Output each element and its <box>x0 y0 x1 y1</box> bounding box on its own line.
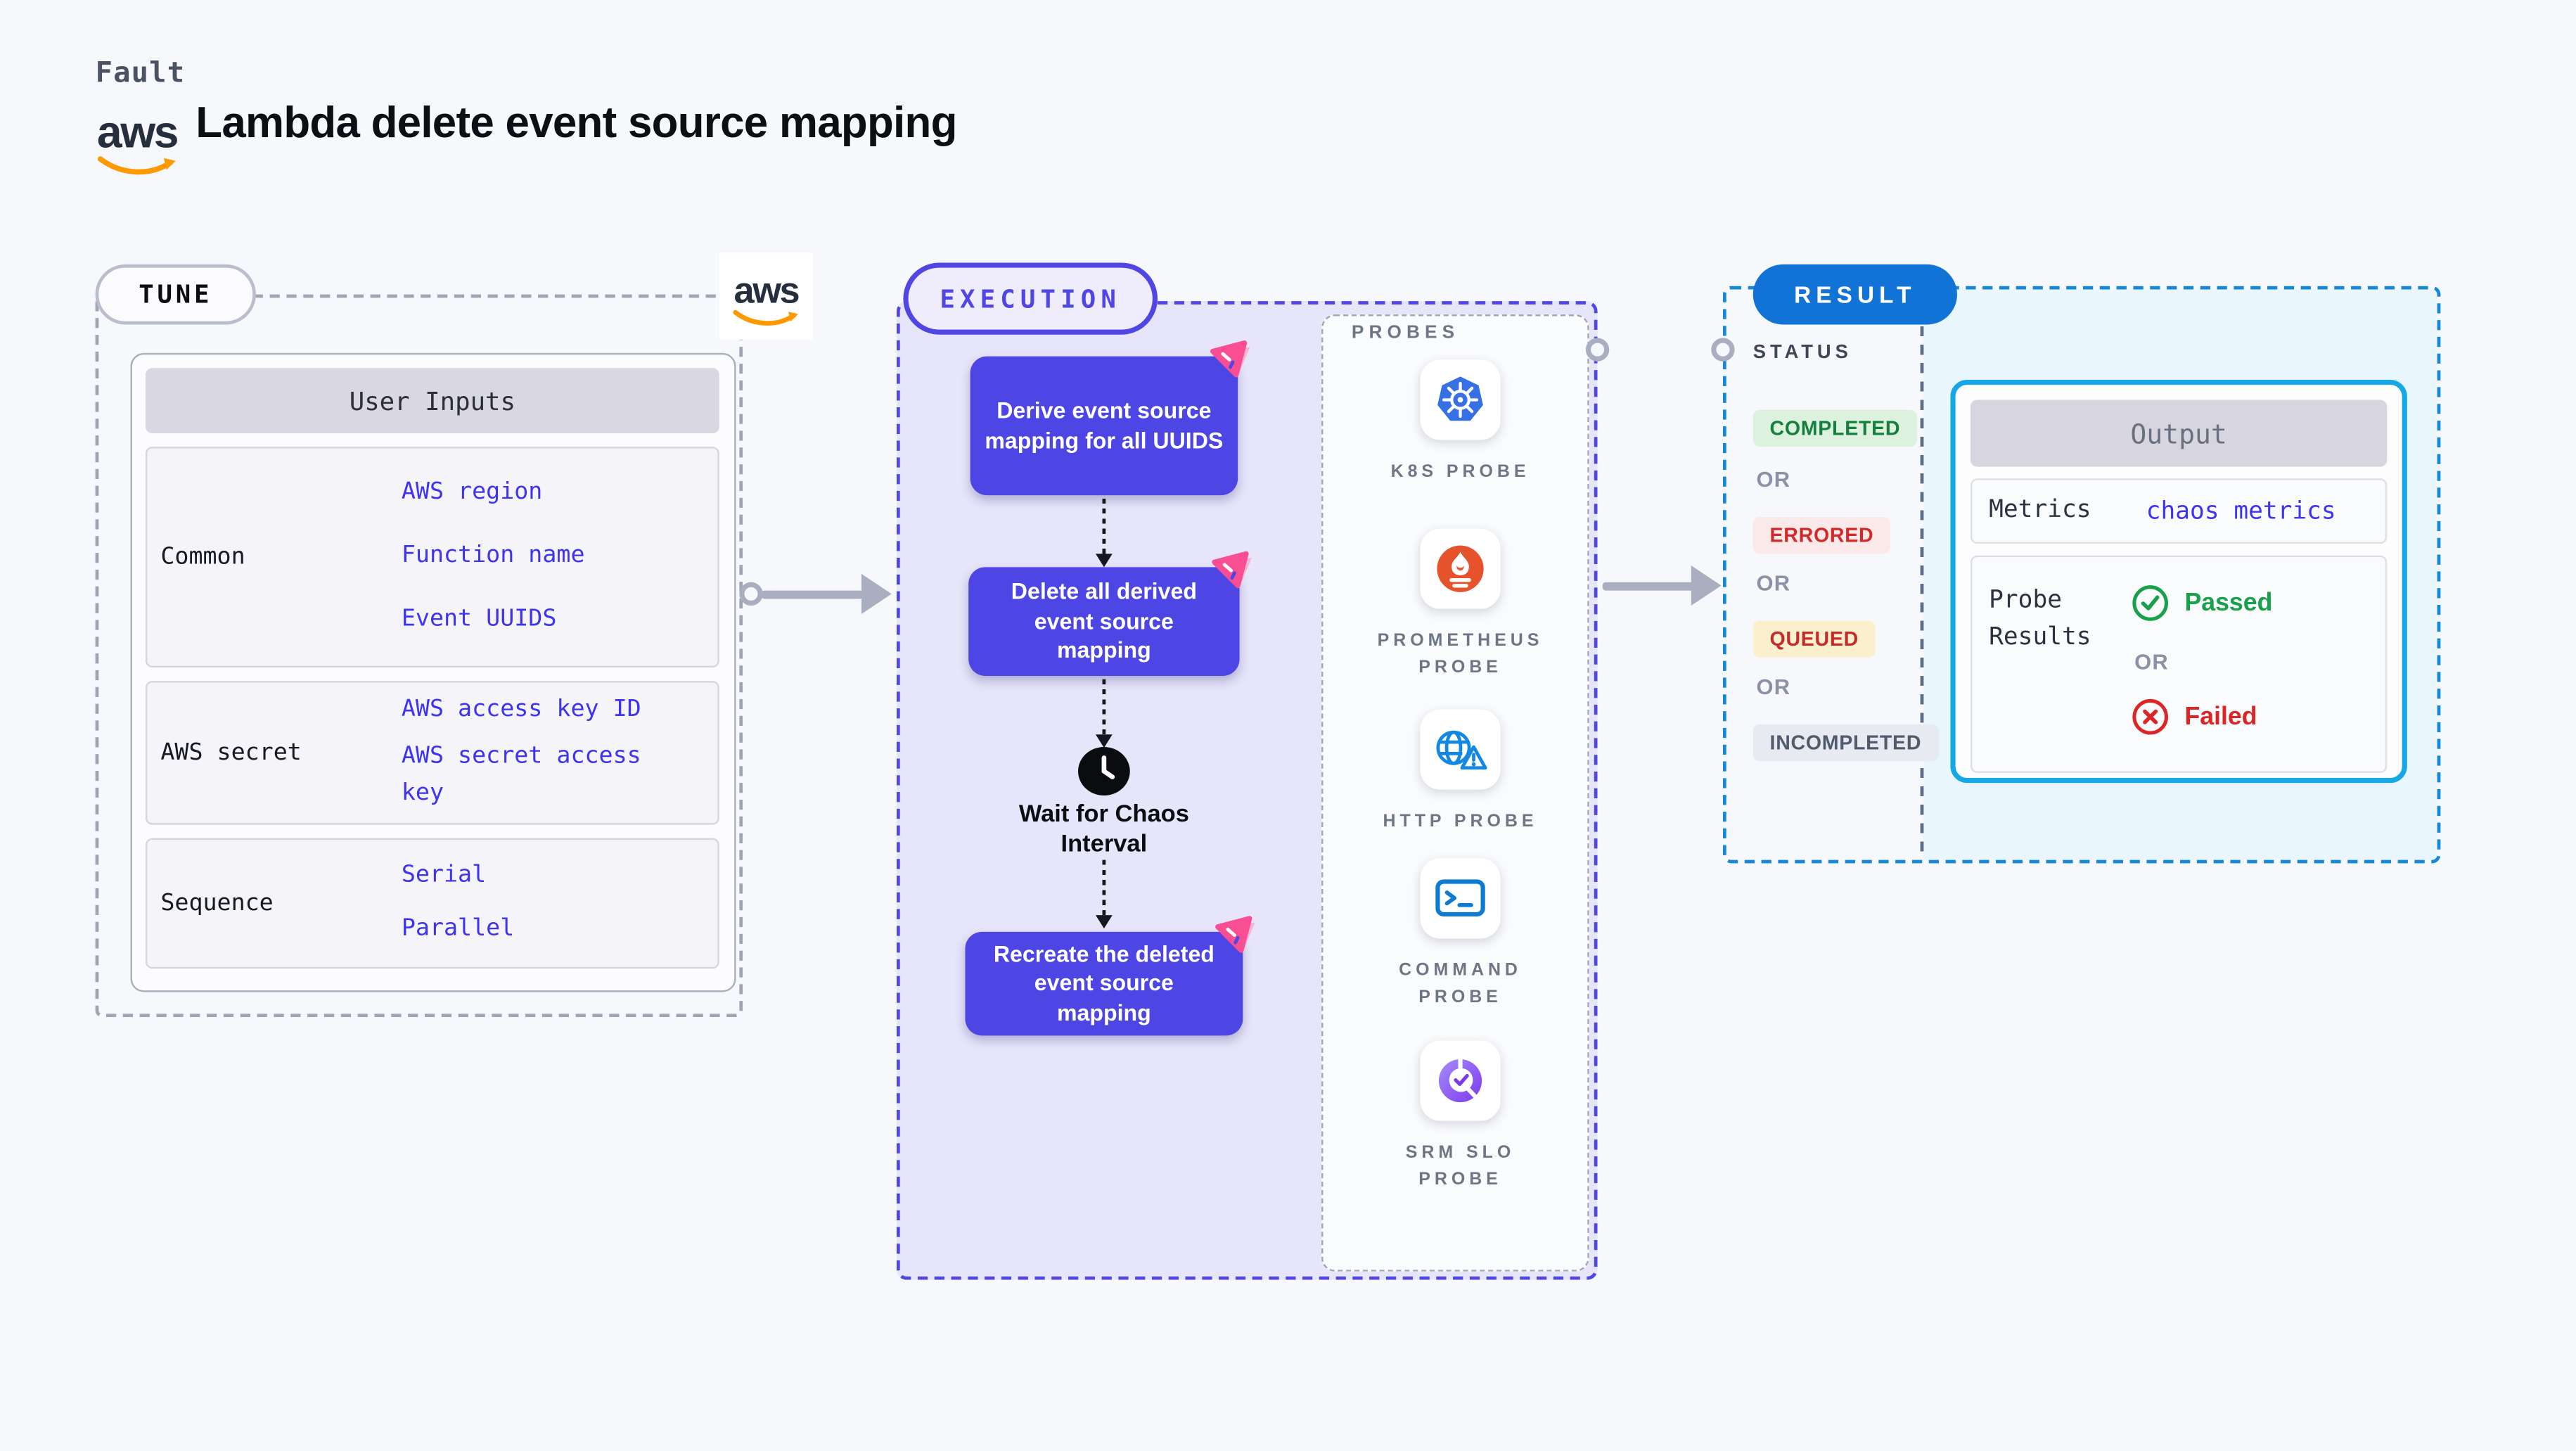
step-label: Delete all derived event source mapping <box>1011 579 1197 663</box>
input-link[interactable]: AWS region <box>402 475 689 512</box>
probe-k8s[interactable]: K8S PROBE <box>1352 359 1569 486</box>
result-divider <box>1920 289 1924 860</box>
probe-result-passed: Passed <box>2131 584 2272 622</box>
output-header: Output <box>1970 399 2388 467</box>
input-row-common: Common AWS region Function name Event UU… <box>145 447 719 668</box>
check-circle-icon <box>2132 585 2168 621</box>
status-badge-completed: COMPLETED <box>1752 409 1917 447</box>
result-pill: RESULT <box>1752 264 1957 325</box>
flow-connector <box>1102 859 1106 917</box>
input-link[interactable]: Parallel <box>402 912 689 949</box>
probe-label: SRM SLO PROBE <box>1405 1142 1516 1189</box>
execution-pill: EXECUTION <box>903 262 1158 335</box>
status-badge-incompleted: INCOMPLETED <box>1752 724 1938 762</box>
connector-ring <box>739 582 763 606</box>
metrics-label: Metrics <box>1989 496 2091 523</box>
input-row-aws-secret: AWS secret AWS access key ID AWS secret … <box>145 681 719 825</box>
input-row-sequence: Sequence Serial Parallel <box>145 838 719 969</box>
x-circle-icon <box>2132 698 2168 735</box>
probes-title: PROBES <box>1351 323 1460 343</box>
aws-smile-icon <box>733 309 798 325</box>
fault-diagram: Fault aws Lambda delete event source map… <box>0 0 2576 1451</box>
input-row-label: Common <box>160 544 245 571</box>
probe-prometheus[interactable]: PROMETHEUS PROBE <box>1352 528 1569 682</box>
or-separator: OR <box>1756 674 1791 700</box>
probe-label: PROMETHEUS PROBE <box>1377 630 1544 677</box>
or-separator: OR <box>1756 466 1791 492</box>
flow-connector <box>1102 679 1106 736</box>
aws-logo-text: aws <box>96 107 179 158</box>
probe-results-label: Probe Results <box>1989 587 2091 651</box>
aws-smile-icon <box>97 156 176 175</box>
kubernetes-icon <box>1420 359 1501 440</box>
step-derive-event-source-mapping[interactable]: Derive event source mapping for all UUID… <box>970 340 1250 496</box>
step-label: Derive event source mapping for all UUID… <box>985 397 1224 453</box>
output-card: Output Metrics chaos metrics Probe Resul… <box>1950 379 2407 784</box>
or-separator: OR <box>2134 648 2169 675</box>
input-row-label: Sequence <box>160 890 274 917</box>
step-delete-event-source-mapping[interactable]: Delete all derived event source mapping <box>968 551 1252 676</box>
status-badge-errored: ERRORED <box>1752 516 1891 554</box>
terminal-icon <box>1420 858 1501 939</box>
connector-ring <box>1585 338 1610 362</box>
probe-srm-slo[interactable]: SRM SLO PROBE <box>1352 1040 1569 1194</box>
aws-logo: aws <box>94 110 181 177</box>
input-link[interactable]: Serial <box>402 858 689 895</box>
input-row-values: Serial Parallel <box>402 840 703 967</box>
probe-command[interactable]: COMMAND PROBE <box>1352 858 1569 1011</box>
input-link[interactable]: Event UUIDS <box>402 602 689 639</box>
probe-result-failed: Failed <box>2131 698 2257 736</box>
probe-results-row: Probe Results Passed OR Failed <box>1970 555 2388 773</box>
wait-clock-icon <box>1077 746 1131 796</box>
probe-label: COMMAND PROBE <box>1399 960 1522 1007</box>
probe-label: HTTP PROBE <box>1383 811 1538 832</box>
prometheus-icon <box>1420 528 1501 609</box>
step-label: Recreate the deleted event source mappin… <box>993 941 1215 1025</box>
flow-connector <box>1102 498 1106 556</box>
aws-logo-tune: aws <box>719 253 813 340</box>
chaos-fault-icon <box>1212 551 1252 589</box>
connector-ring <box>1711 338 1735 362</box>
kicker-label: Fault <box>95 56 186 91</box>
probe-label: K8S PROBE <box>1390 461 1530 482</box>
input-link[interactable]: AWS secret access key <box>402 740 689 812</box>
aws-logo-text: aws <box>733 268 800 311</box>
chaos-fault-icon <box>1215 916 1255 953</box>
probe-http[interactable]: HTTP PROBE <box>1352 709 1569 836</box>
connector-arrow-head <box>1691 565 1722 606</box>
metrics-row: Metrics chaos metrics <box>1970 478 2388 544</box>
connector-arrow-shaft <box>761 589 864 599</box>
user-inputs-header: User Inputs <box>145 368 719 434</box>
input-row-values: AWS region Function name Event UUIDS <box>402 448 703 665</box>
user-inputs-card: User Inputs Common AWS region Function n… <box>130 352 736 992</box>
slo-donut-icon <box>1420 1040 1501 1121</box>
input-link[interactable]: Function name <box>402 539 689 575</box>
page-title: Lambda delete event source mapping <box>196 96 957 148</box>
input-link[interactable]: AWS access key ID <box>402 693 689 729</box>
flow-connector-head <box>1095 554 1113 568</box>
chaos-metrics-link[interactable]: chaos metrics <box>2146 480 2336 542</box>
failed-label: Failed <box>2184 703 2257 731</box>
input-row-values: AWS access key ID AWS secret access key <box>402 682 703 823</box>
connector-arrow-head <box>861 573 892 614</box>
chaos-fault-icon <box>1210 340 1250 378</box>
wait-for-chaos-interval-label: Wait for Chaos Interval <box>1018 801 1189 859</box>
status-title: STATUS <box>1752 343 1852 364</box>
tune-pill: TUNE <box>95 264 256 325</box>
flow-connector-head <box>1095 915 1113 929</box>
connector-arrow-shaft <box>1602 581 1695 590</box>
status-badge-queued: QUEUED <box>1752 620 1876 658</box>
passed-label: Passed <box>2184 589 2273 618</box>
http-globe-icon <box>1420 709 1501 790</box>
or-separator: OR <box>1756 570 1791 596</box>
step-recreate-event-source-mapping[interactable]: Recreate the deleted event source mappin… <box>965 916 1255 1036</box>
input-row-label: AWS secret <box>160 739 302 767</box>
